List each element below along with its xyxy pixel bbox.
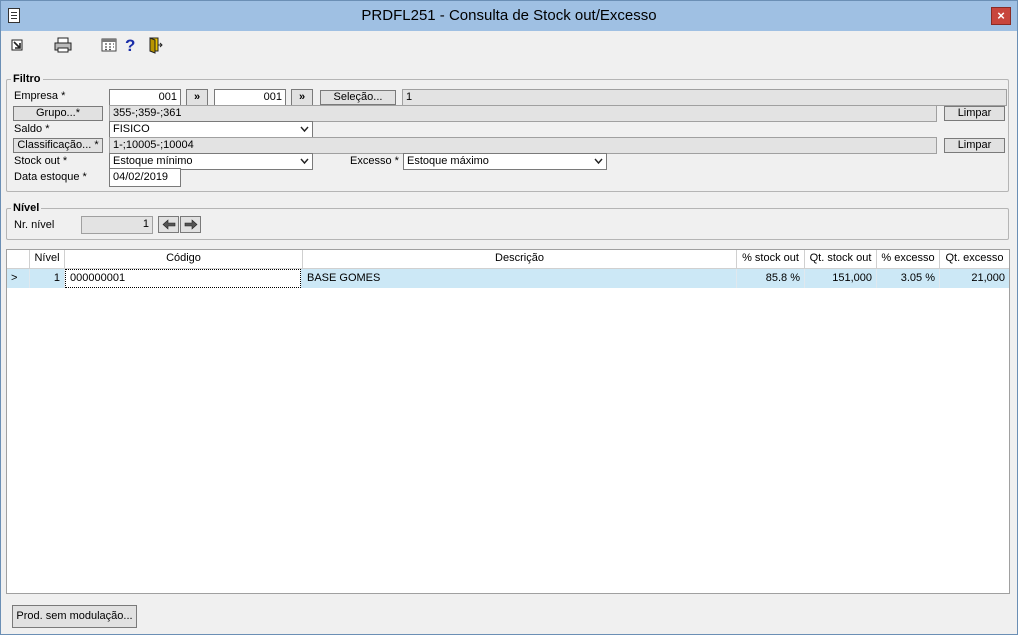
svg-text:?: ? — [125, 36, 135, 54]
cell-qt-excesso[interactable]: 21,000 — [940, 269, 1009, 288]
empresa-nav-button-1[interactable]: » — [186, 89, 208, 106]
arrow-right-icon — [184, 219, 197, 230]
classificacao-button[interactable]: Classificação... * — [13, 138, 103, 153]
nivel-prev-button[interactable] — [158, 216, 179, 233]
saldo-label: Saldo * — [14, 123, 50, 135]
data-estoque-input[interactable]: 04/02/2019 — [109, 168, 181, 187]
chevron-down-icon — [300, 126, 309, 133]
chevron-down-icon — [300, 158, 309, 165]
cell-qt-stockout[interactable]: 151,000 — [805, 269, 877, 288]
grupo-value: 355-;359-;361 — [109, 105, 937, 122]
excesso-label: Excesso * — [350, 155, 399, 167]
empresa-to-input[interactable]: 001 — [214, 89, 286, 106]
column-header-pct-excesso[interactable]: % excesso — [877, 250, 940, 269]
column-header-marker[interactable] — [7, 250, 30, 269]
column-header-qt-excesso[interactable]: Qt. excesso — [940, 250, 1009, 269]
data-estoque-label: Data estoque * — [14, 171, 87, 183]
chevron-down-icon — [594, 158, 603, 165]
nivel-title: Nível — [11, 202, 42, 214]
selecao-button[interactable]: Seleção... — [320, 90, 396, 105]
empresa-from-input[interactable]: 001 — [109, 89, 181, 106]
excesso-select[interactable]: Estoque máximo — [403, 153, 607, 170]
filtro-title: Filtro — [11, 73, 43, 85]
cell-pct-stockout[interactable]: 85.8 % — [737, 269, 805, 288]
cell-nivel[interactable]: 1 — [30, 269, 65, 288]
table-row[interactable]: > 1 000000001 BASE GOMES 85.8 % 151,000 … — [7, 269, 1009, 288]
classificacao-value: 1-;10005-;10004 — [109, 137, 937, 154]
saldo-select-value: FISICO — [113, 123, 150, 135]
empresa-label: Empresa * — [14, 90, 66, 102]
grupo-button[interactable]: Grupo...* — [13, 106, 103, 121]
stockout-label: Stock out * — [14, 155, 68, 167]
row-marker: > — [7, 269, 30, 288]
cell-pct-excesso[interactable]: 3.05 % — [877, 269, 940, 288]
empresa-nav-button-2[interactable]: » — [291, 89, 313, 106]
cell-codigo[interactable]: 000000001 — [65, 269, 301, 288]
close-button[interactable]: × — [991, 7, 1011, 25]
grupo-limpar-button[interactable]: Limpar — [944, 106, 1005, 121]
print-icon[interactable] — [53, 36, 73, 54]
column-header-pct-stockout[interactable]: % stock out — [737, 250, 805, 269]
results-table: Nível Código Descrição % stock out Qt. s… — [6, 249, 1010, 594]
column-header-descricao[interactable]: Descrição — [303, 250, 737, 269]
classificacao-limpar-button[interactable]: Limpar — [944, 138, 1005, 153]
main-window: PRDFL251 - Consulta de Stock out/Excesso… — [0, 0, 1018, 635]
nr-nivel-value: 1 — [81, 216, 153, 234]
window-title: PRDFL251 - Consulta de Stock out/Excesso — [361, 7, 657, 24]
arrow-left-icon — [162, 219, 175, 230]
selecao-value: 1 — [402, 89, 1007, 106]
stockout-select-value: Estoque mínimo — [113, 155, 193, 167]
column-header-codigo[interactable]: Código — [65, 250, 303, 269]
door-icon[interactable] — [147, 36, 163, 54]
nr-nivel-label: Nr. nível — [14, 219, 55, 231]
help-icon[interactable]: ? — [123, 36, 137, 54]
column-header-nivel[interactable]: Nível — [30, 250, 65, 269]
nivel-next-button[interactable] — [180, 216, 201, 233]
nivel-group — [6, 208, 1009, 240]
exit-icon[interactable] — [10, 36, 24, 54]
toolbar: ? — [1, 31, 1017, 61]
prod-sem-modulacao-button[interactable]: Prod. sem modulação... — [12, 605, 137, 628]
cell-descricao[interactable]: BASE GOMES — [303, 269, 737, 288]
title-bar: PRDFL251 - Consulta de Stock out/Excesso… — [1, 1, 1017, 31]
excesso-select-value: Estoque máximo — [407, 155, 489, 167]
saldo-select[interactable]: FISICO — [109, 121, 313, 138]
calculator-icon[interactable] — [100, 36, 118, 54]
column-header-qt-stockout[interactable]: Qt. stock out — [805, 250, 877, 269]
